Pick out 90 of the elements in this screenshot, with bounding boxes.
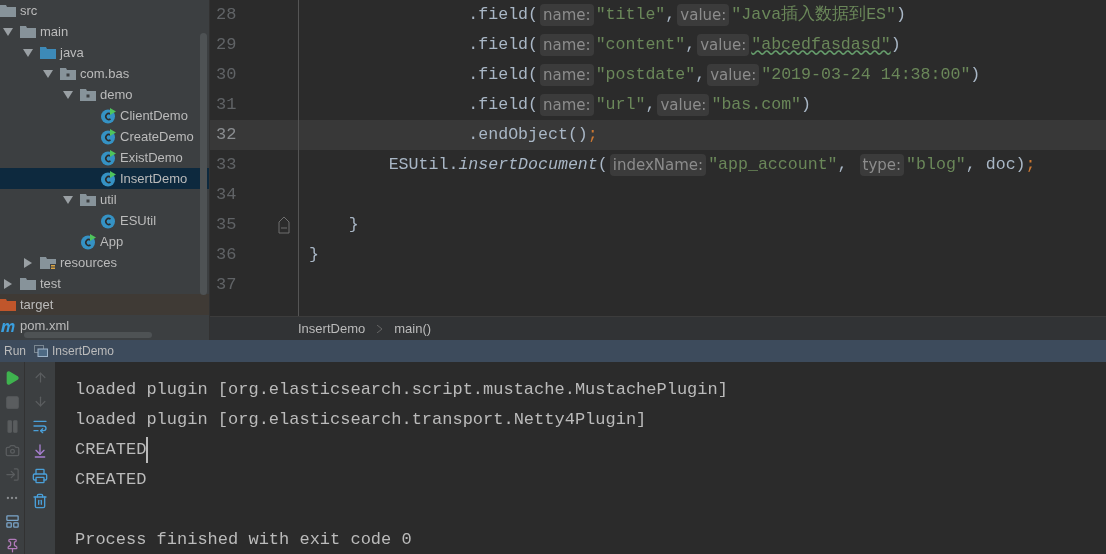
console-line: loaded plugin [org.elasticsearch.script.mustache.MustachePlugin] — [75, 379, 728, 402]
folder-icon — [20, 24, 36, 39]
package-icon — [80, 87, 96, 102]
scroll-to-end-icon[interactable] — [32, 443, 48, 459]
line-number: 34 — [215, 184, 238, 207]
tree-item[interactable]: java — [0, 42, 209, 63]
tree-item[interactable]: pom.xml — [0, 315, 209, 336]
code-text: "bas.com") — [711, 93, 811, 116]
line-number: 29 — [215, 34, 238, 57]
parameter-hint: name: — [540, 63, 594, 87]
code-text: .field( — [467, 63, 539, 86]
code-text: ESUtil.insertDocument( — [387, 153, 608, 176]
tree-item[interactable]: target — [0, 294, 209, 315]
console-line: Process finished with exit code 0 — [75, 529, 412, 552]
folder-icon — [40, 45, 56, 60]
tree-item[interactable]: src — [0, 0, 209, 21]
tree-item[interactable]: resources — [0, 252, 209, 273]
package-icon — [80, 192, 96, 207]
line-number: 33 — [215, 154, 238, 177]
line-number: 32 — [215, 124, 238, 147]
parameter-hint: name: — [540, 93, 594, 117]
tree-item[interactable]: com.bas — [0, 63, 209, 84]
console-line: CREATED — [75, 437, 149, 463]
tree-item[interactable]: ExistDemo — [0, 147, 209, 168]
tree-item[interactable]: InsertDemo — [0, 168, 209, 189]
breadcrumb[interactable]: main() — [394, 318, 432, 339]
code-text: "title", — [595, 3, 676, 26]
tree-item[interactable]: util — [0, 189, 209, 210]
tree-item[interactable]: main — [0, 21, 209, 42]
line-number: 28 — [215, 4, 238, 27]
print-icon[interactable] — [32, 468, 48, 484]
expanded-arrow-icon[interactable] — [23, 47, 33, 58]
run-tab[interactable]: InsertDemo — [34, 342, 115, 360]
tree-item[interactable]: CreateDemo — [0, 126, 209, 147]
code-text: .field( — [467, 33, 539, 56]
line-number: 35 — [215, 214, 238, 237]
code-text: "blog", doc); — [906, 153, 1036, 176]
code-text: } — [347, 213, 359, 236]
expanded-arrow-icon[interactable] — [63, 194, 73, 205]
run-label: Run — [4, 343, 26, 360]
tree-item[interactable]: ESUtil — [0, 210, 209, 231]
resources-folder-icon — [40, 255, 56, 270]
line-number: 30 — [215, 64, 238, 87]
console-line: CREATED — [75, 469, 147, 492]
code-text: "content", — [595, 33, 696, 56]
collapsed-arrow-icon[interactable] — [3, 278, 13, 289]
code-text: "abcedfasdasd") — [751, 33, 901, 56]
run-icon[interactable] — [4, 370, 20, 386]
parameter-hint: value: — [677, 3, 730, 27]
window-icon — [34, 345, 48, 357]
code-text: "app_account", — [708, 153, 849, 176]
folder-icon — [20, 276, 36, 291]
layout-icon[interactable] — [4, 514, 20, 529]
code-text: .endObject(); — [467, 123, 598, 146]
pin-icon[interactable] — [4, 538, 20, 553]
console-line: loaded plugin [org.elasticsearch.transport.Netty4Plugin] — [75, 409, 647, 432]
parameter-hint: name: — [540, 3, 594, 27]
breadcrumb[interactable]: InsertDemo — [298, 318, 366, 339]
tree-item[interactable]: App — [0, 231, 209, 252]
collapsed-arrow-icon[interactable] — [23, 257, 33, 268]
parameter-hint: name: — [540, 33, 594, 57]
parameter-hint: value: — [707, 63, 760, 87]
code-text: .field( — [467, 3, 539, 26]
code-text: "postdate", — [595, 63, 706, 86]
line-number: 31 — [215, 94, 238, 117]
line-number: 37 — [215, 274, 238, 297]
parameter-hint: type: — [859, 153, 905, 177]
line-number: 36 — [215, 244, 238, 267]
expanded-arrow-icon[interactable] — [63, 89, 73, 100]
expanded-arrow-icon[interactable] — [43, 68, 53, 79]
folder-icon — [0, 3, 16, 18]
fold-marker-icon[interactable] — [278, 216, 290, 234]
parameter-hint: value: — [657, 93, 710, 117]
code-text: "url", — [595, 93, 656, 116]
code-text: } — [309, 243, 319, 266]
package-icon — [60, 66, 76, 81]
code-text: .field( — [467, 93, 539, 116]
tree-item[interactable]: test — [0, 273, 209, 294]
trash-icon[interactable] — [32, 493, 48, 509]
soft-wrap-icon[interactable] — [32, 418, 48, 434]
expanded-arrow-icon[interactable] — [3, 26, 13, 37]
tree-item[interactable]: demo — [0, 84, 209, 105]
parameter-hint: value: — [697, 33, 750, 57]
parameter-hint: indexName: — [609, 153, 707, 177]
tree-item[interactable]: ClientDemo — [0, 105, 209, 126]
vertical-scrollbar[interactable] — [200, 33, 207, 295]
folder-icon — [0, 297, 16, 312]
code-text: "2019-03-24 14:38:00") — [761, 63, 981, 86]
chevron-icon — [377, 324, 383, 333]
code-text: "Java插入数据到ES") — [731, 3, 906, 26]
